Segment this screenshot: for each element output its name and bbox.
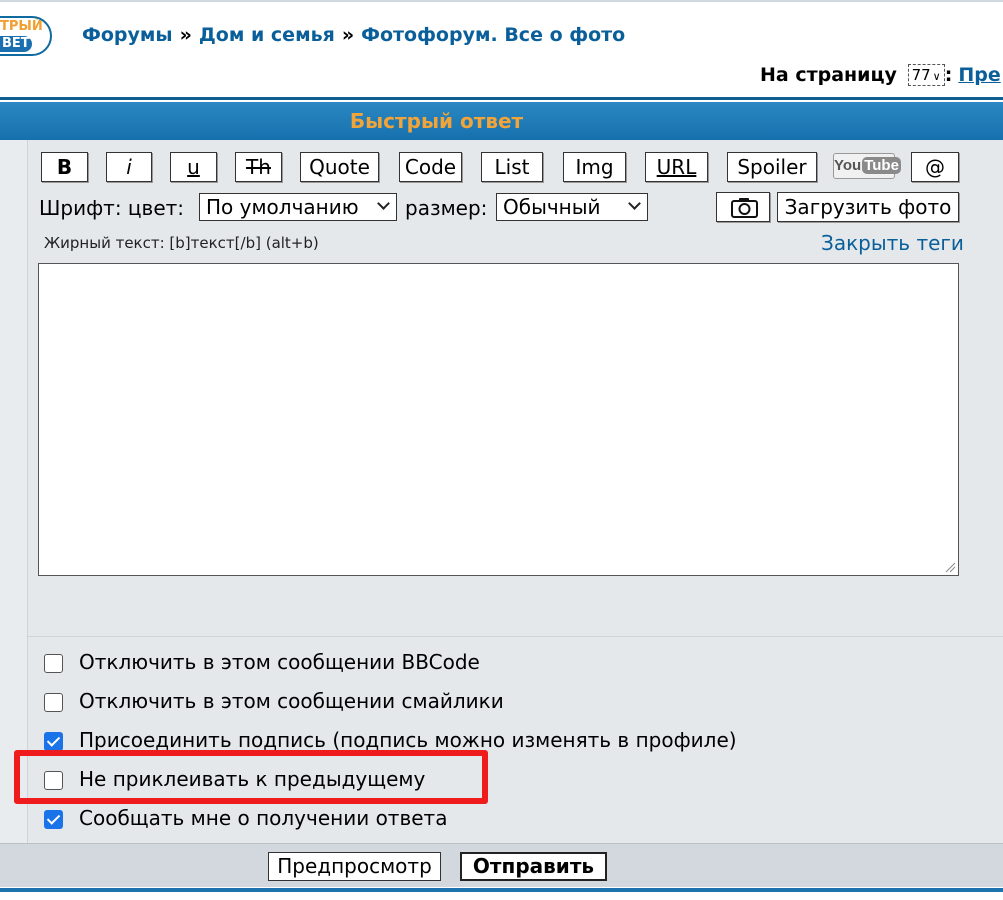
message-textarea[interactable] <box>38 263 959 576</box>
logo-text-bottom: ВЕТ <box>0 36 32 52</box>
font-color-value: По умолчанию <box>206 195 359 219</box>
bottom-border <box>0 888 1003 892</box>
underline-button[interactable]: u <box>170 152 217 182</box>
quick-reply-banner: Быстрый ответ <box>0 102 1003 140</box>
option-label: Отключить в этом сообщении смайлики <box>79 689 504 713</box>
top-border <box>0 0 1003 2</box>
breadcrumb-forums[interactable]: Форумы <box>82 24 173 46</box>
checkbox-notify-reply[interactable] <box>44 810 63 829</box>
breadcrumb: Форумы » Дом и семья » Фотофорум. Все о фото <box>82 24 625 46</box>
option-label: Отключить в этом сообщении BBCode <box>79 650 480 674</box>
code-button[interactable]: Code <box>399 152 462 182</box>
font-size-value: Обычный <box>503 195 601 219</box>
youtube-icon-you: You <box>834 157 862 174</box>
breadcrumb-separator: » <box>179 24 192 46</box>
pager-label: На страницу <box>760 64 897 86</box>
img-button[interactable]: Img <box>563 152 626 182</box>
quote-button[interactable]: Quote <box>300 152 379 182</box>
strikethrough-button[interactable]: Th <box>235 152 282 182</box>
youtube-icon-tube: Tube <box>862 157 901 174</box>
spoiler-button[interactable]: Spoiler <box>727 152 817 182</box>
preview-button[interactable]: Предпросмотр <box>268 852 441 881</box>
submit-button[interactable]: Отправить <box>460 852 607 881</box>
breadcrumb-photoforum[interactable]: Фотофорум. Все о фото <box>361 24 625 46</box>
pager: На страницу 77 ∨: Пре <box>760 64 1001 86</box>
font-color-label: Шрифт: цвет: <box>39 196 185 220</box>
option-label: Присоединить подпись (подпись можно изме… <box>79 728 737 752</box>
font-color-select[interactable]: По умолчанию <box>199 193 397 221</box>
pager-colon: : <box>944 64 953 86</box>
pager-prev-link[interactable]: Пре <box>958 64 1000 86</box>
resize-grip-icon[interactable] <box>944 561 956 573</box>
camera-button[interactable] <box>716 192 770 222</box>
page-select[interactable]: 77 ∨ <box>907 64 945 86</box>
breadcrumb-separator: » <box>341 24 355 46</box>
youtube-button[interactable]: You Tube <box>832 152 901 182</box>
font-size-select[interactable]: Обычный <box>496 193 648 221</box>
font-size-label: размер: <box>405 196 488 220</box>
youtube-icon: You Tube <box>833 153 901 179</box>
checkbox-attach-signature[interactable] <box>44 732 63 751</box>
site-logo[interactable]: ТРЫЙ ВЕТ <box>0 16 52 56</box>
banner-border <box>0 97 1003 100</box>
close-tags-link[interactable]: Закрыть теги <box>821 231 964 255</box>
left-strip <box>0 140 28 843</box>
list-button[interactable]: List <box>481 152 543 182</box>
checkbox-disable-smilies[interactable] <box>44 693 63 712</box>
mention-button[interactable]: @ <box>911 152 959 182</box>
upload-photo-button[interactable]: Загрузить фото <box>777 192 959 222</box>
italic-button[interactable]: i <box>106 152 152 182</box>
highlight-box <box>14 750 488 804</box>
format-hint: Жирный текст: [b]текст[/b] (alt+b) <box>44 234 319 252</box>
chevron-down-icon <box>628 197 641 210</box>
checkbox-disable-bbcode[interactable] <box>44 654 63 673</box>
breadcrumb-home-family[interactable]: Дом и семья <box>199 24 335 46</box>
page-select-value: 77 <box>911 66 931 84</box>
option-label: Сообщать мне о получении ответа <box>79 806 448 830</box>
chevron-down-icon <box>377 197 390 210</box>
chevron-down-icon: ∨ <box>932 70 941 83</box>
url-button[interactable]: URL <box>645 152 708 182</box>
banner-title: Быстрый ответ <box>349 109 524 133</box>
camera-icon <box>731 198 758 218</box>
logo-text-top: ТРЫЙ <box>0 19 43 34</box>
bold-button[interactable]: B <box>41 152 88 182</box>
